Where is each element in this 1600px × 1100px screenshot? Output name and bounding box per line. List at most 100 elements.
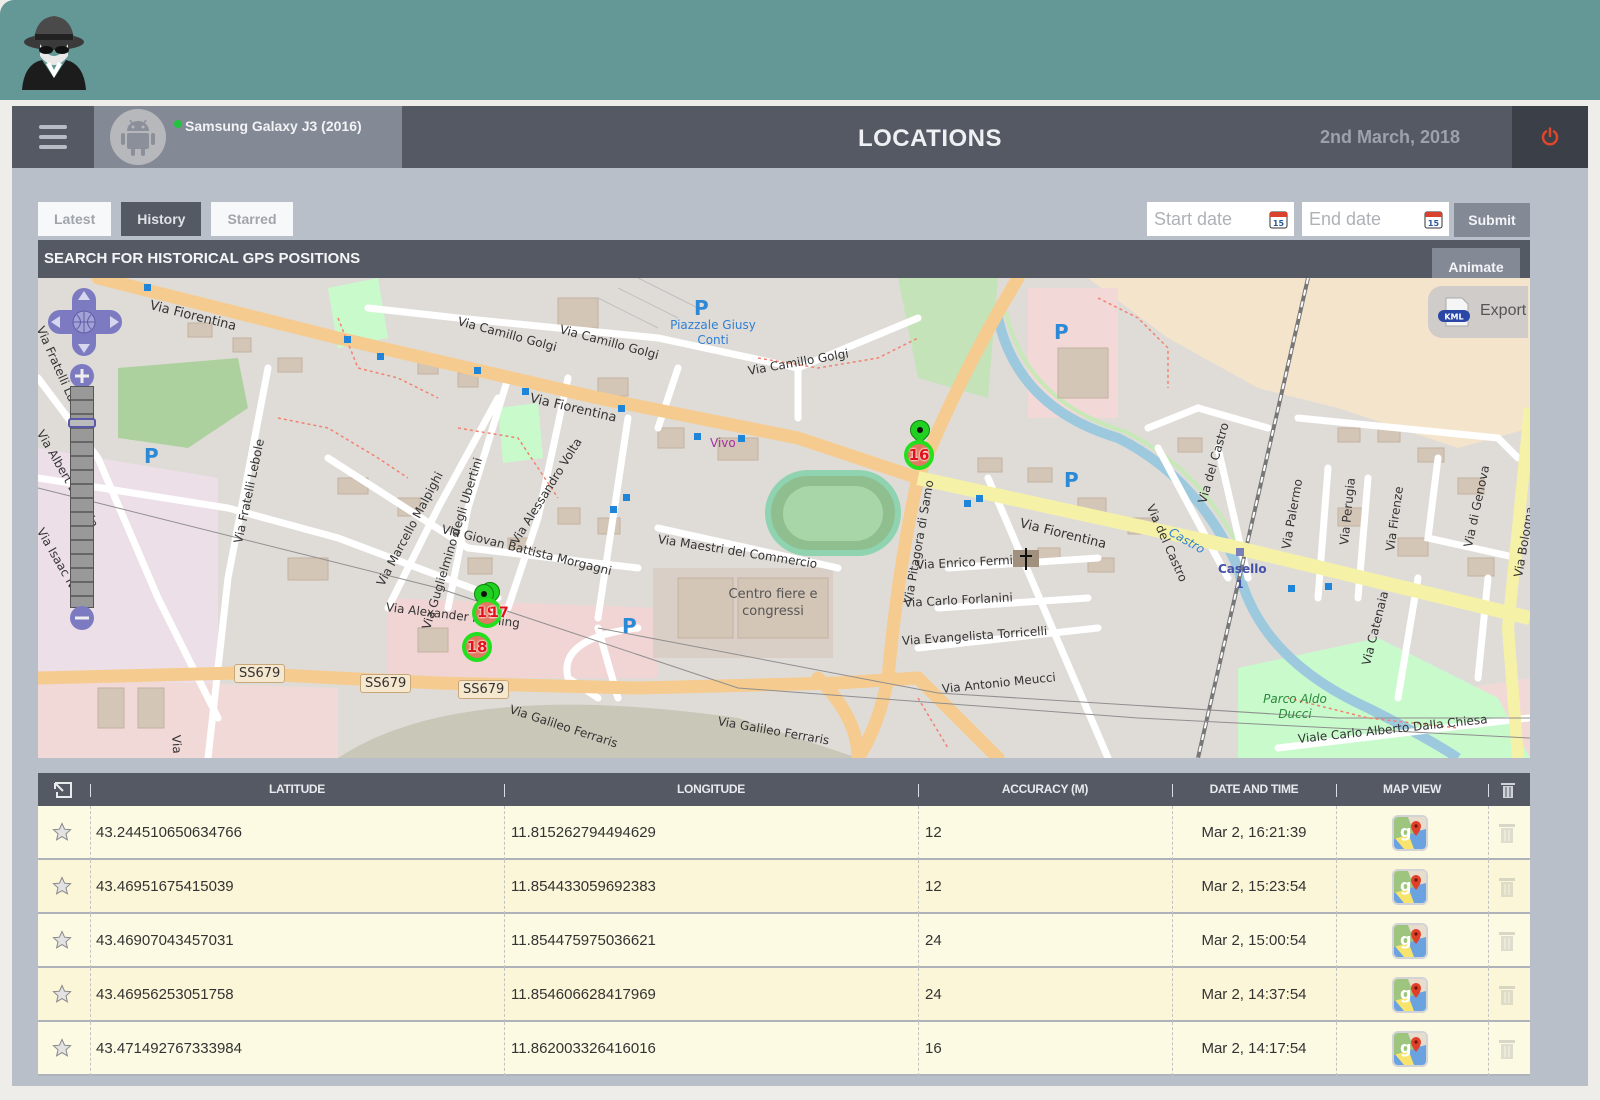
location-tabs: Latest History Starred xyxy=(38,202,293,236)
cell-accuracy: 12 xyxy=(925,824,942,841)
google-maps-icon[interactable]: g xyxy=(1392,923,1428,959)
cell-latitude: 43.471492767333984 xyxy=(96,1040,242,1057)
cell-divider xyxy=(504,860,505,914)
pan-control-icon xyxy=(48,288,122,356)
end-date-input[interactable]: End date 15 xyxy=(1302,202,1449,236)
table-row: 43.46907043457031 11.854475975036621 24 … xyxy=(38,914,1530,968)
trash-icon[interactable] xyxy=(1498,822,1516,844)
star-icon[interactable] xyxy=(52,1038,72,1058)
tab-starred[interactable]: Starred xyxy=(211,202,293,236)
cell-longitude: 11.854433059692383 xyxy=(511,878,656,895)
submit-button[interactable]: Submit xyxy=(1454,203,1530,237)
google-maps-icon[interactable]: g xyxy=(1392,815,1428,851)
hamburger-icon xyxy=(39,122,67,152)
cell-latitude: 43.244510650634766 xyxy=(96,824,242,841)
navbar: Samsung Galaxy J3 (2016) LOCATIONS 2nd M… xyxy=(12,106,1588,168)
table-header: LATITUDE LONGITUDE ACCURACY (M) DATE AND… xyxy=(38,773,1530,806)
cell-divider xyxy=(1336,1022,1337,1076)
location-marker[interactable]: 17 xyxy=(484,598,514,632)
google-maps-icon[interactable]: g xyxy=(1392,869,1428,905)
device-selector[interactable]: Samsung Galaxy J3 (2016) xyxy=(94,106,402,168)
power-icon xyxy=(1541,127,1559,146)
trash-icon[interactable] xyxy=(1498,1038,1516,1060)
cell-datetime: Mar 2, 14:37:54 xyxy=(1201,986,1307,1003)
cell-longitude: 11.854475975036621 xyxy=(511,932,656,949)
cell-divider xyxy=(1488,1022,1489,1076)
column-header-accuracy[interactable]: ACCURACY (M) xyxy=(918,773,1172,806)
logout-button[interactable] xyxy=(1512,106,1588,168)
cell-accuracy: 24 xyxy=(925,932,942,949)
poi-label-station: Casello xyxy=(1218,562,1267,576)
cell-divider xyxy=(90,860,91,914)
cell-divider xyxy=(90,968,91,1022)
map-pan-control[interactable] xyxy=(48,288,122,356)
minus-icon xyxy=(75,616,89,620)
trash-icon[interactable] xyxy=(1498,876,1516,898)
location-marker[interactable]: 18 xyxy=(462,632,498,668)
table-body: 43.244510650634766 11.815262794494629 12… xyxy=(38,806,1530,1076)
svg-text:KML: KML xyxy=(1444,313,1463,322)
cell-divider xyxy=(918,860,919,914)
google-maps-icon[interactable]: g xyxy=(1392,977,1428,1013)
cell-accuracy: 12 xyxy=(925,878,942,895)
cell-divider xyxy=(1336,806,1337,860)
star-icon[interactable] xyxy=(52,930,72,950)
star-icon[interactable] xyxy=(52,876,72,896)
calendar-icon: 15 xyxy=(1269,211,1288,229)
cell-datetime: Mar 2, 15:00:54 xyxy=(1201,932,1307,949)
cell-divider xyxy=(1336,968,1337,1022)
cell-accuracy: 24 xyxy=(925,986,942,1003)
table-row: 43.46951675415039 11.854433059692383 12 … xyxy=(38,860,1530,914)
map-view[interactable]: Via Fiorentina Via Fiorentina Via Fioren… xyxy=(38,278,1530,758)
app-frame: Samsung Galaxy J3 (2016) LOCATIONS 2nd M… xyxy=(12,106,1588,1086)
table-row: 43.46956253051758 11.854606628417969 24 … xyxy=(38,968,1530,1022)
cell-divider xyxy=(1488,914,1489,968)
svg-text:g: g xyxy=(1400,930,1411,949)
location-marker[interactable]: 16 xyxy=(904,415,940,470)
page-title: LOCATIONS xyxy=(857,125,1003,152)
svg-text:g: g xyxy=(1400,822,1411,841)
cell-divider xyxy=(1488,806,1489,860)
star-icon[interactable] xyxy=(52,984,72,1004)
start-date-input[interactable]: Start date 15 xyxy=(1147,202,1294,236)
export-arrow-icon[interactable] xyxy=(52,780,74,800)
online-status-dot xyxy=(174,120,182,128)
parking-icon: P xyxy=(1054,320,1069,344)
road-shield: SS679 xyxy=(234,664,286,683)
poi-label-shop: Vivo xyxy=(710,436,736,450)
zoom-out-button[interactable] xyxy=(70,606,94,630)
trash-icon[interactable] xyxy=(1500,781,1516,799)
animate-button[interactable]: Animate xyxy=(1432,248,1520,280)
column-header-latitude[interactable]: LATITUDE xyxy=(90,773,504,806)
cell-divider xyxy=(1336,860,1337,914)
table-row: 43.244510650634766 11.815262794494629 12… xyxy=(38,806,1530,860)
google-maps-icon[interactable]: g xyxy=(1392,1031,1428,1067)
cell-longitude: 11.862003326416016 xyxy=(511,1040,656,1057)
menu-button[interactable] xyxy=(12,106,94,168)
cell-datetime: Mar 2, 16:21:39 xyxy=(1201,824,1307,841)
spy-agent-icon xyxy=(18,12,90,92)
cell-divider xyxy=(504,968,505,1022)
column-header-longitude[interactable]: LONGITUDE xyxy=(504,773,918,806)
cell-divider xyxy=(918,1022,919,1076)
star-icon[interactable] xyxy=(52,822,72,842)
table-row: 43.471492767333984 11.862003326416016 16… xyxy=(38,1022,1530,1076)
zoom-slider-handle[interactable] xyxy=(68,418,96,428)
cell-longitude: 11.854606628417969 xyxy=(511,986,656,1003)
plus-icon xyxy=(75,369,89,383)
cell-divider xyxy=(90,914,91,968)
cell-divider xyxy=(1488,860,1489,914)
cell-latitude: 43.46956253051758 xyxy=(96,986,234,1003)
tab-latest[interactable]: Latest xyxy=(38,202,112,236)
cell-longitude: 11.815262794494629 xyxy=(511,824,656,841)
zoom-in-button[interactable] xyxy=(70,364,94,388)
export-kml-button[interactable]: KML Export xyxy=(1428,286,1528,338)
tab-history[interactable]: History xyxy=(121,202,202,236)
svg-text:g: g xyxy=(1400,984,1411,1003)
cell-latitude: 43.46907043457031 xyxy=(96,932,234,949)
trash-icon[interactable] xyxy=(1498,930,1516,952)
trash-icon[interactable] xyxy=(1498,984,1516,1006)
poi-label-parking: Piazzale Giusy Conti xyxy=(670,318,756,347)
panel-header: SEARCH FOR HISTORICAL GPS POSITIONS xyxy=(38,240,1530,278)
column-header-datetime[interactable]: DATE AND TIME xyxy=(1172,773,1336,806)
